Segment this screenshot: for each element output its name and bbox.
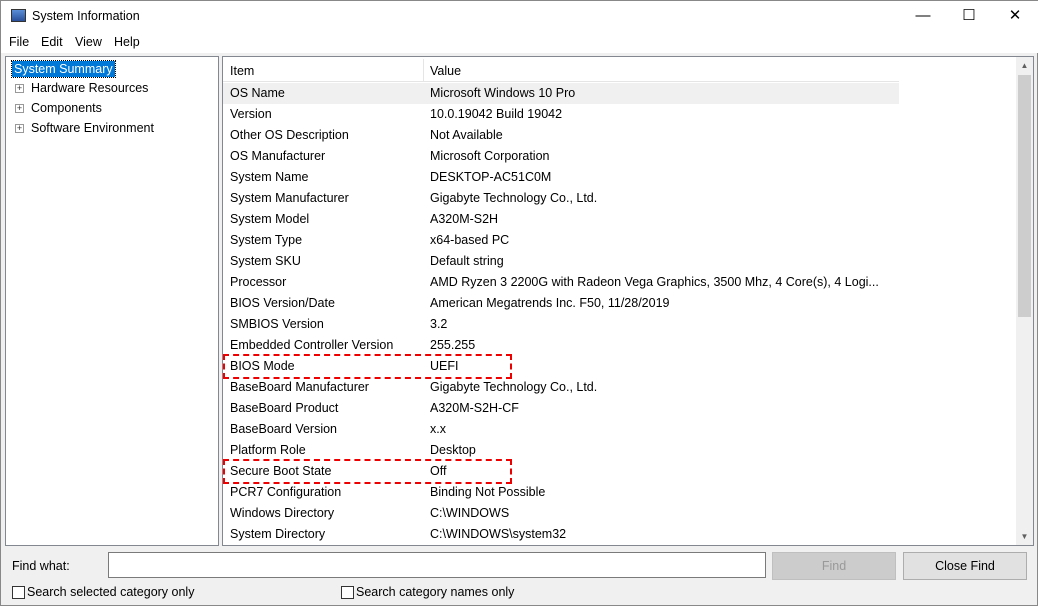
tree-item-hardware-resources[interactable]: Hardware Resources bbox=[31, 81, 148, 95]
item-cell: System SKU bbox=[230, 254, 301, 268]
find-label: Find what: bbox=[12, 559, 70, 573]
menu-bar: File Edit View Help bbox=[1, 31, 1038, 53]
item-cell: Embedded Controller Version bbox=[230, 338, 394, 352]
menu-view[interactable]: View bbox=[75, 35, 102, 49]
vertical-scrollbar[interactable]: ▲ ▼ bbox=[1016, 57, 1033, 545]
tree-item-system-summary[interactable]: System Summary bbox=[11, 60, 116, 78]
find-input[interactable] bbox=[108, 552, 766, 578]
value-cell: Default string bbox=[430, 254, 504, 268]
value-cell: Not Available bbox=[430, 128, 503, 142]
value-cell: Microsoft Corporation bbox=[430, 149, 550, 163]
table-header: Item Value bbox=[223, 59, 899, 82]
expand-icon[interactable]: + bbox=[15, 104, 24, 113]
item-cell: Version bbox=[230, 107, 272, 121]
table-row[interactable]: Processor AMD Ryzen 3 2200G with Radeon V… bbox=[223, 272, 899, 293]
value-cell: x.x bbox=[430, 422, 446, 436]
item-cell: BaseBoard Manufacturer bbox=[230, 380, 369, 394]
expand-icon[interactable]: + bbox=[15, 84, 24, 93]
table-row[interactable]: Version 10.0.19042 Build 19042 bbox=[223, 104, 899, 125]
value-cell: A320M-S2H bbox=[430, 212, 499, 226]
scroll-down-icon[interactable]: ▼ bbox=[1016, 528, 1033, 545]
table-row[interactable]: Platform Role Desktop bbox=[223, 440, 899, 461]
table-row[interactable]: OS Manufacturer Microsoft Corporation bbox=[223, 146, 899, 167]
close-find-button[interactable]: Close Find bbox=[903, 552, 1027, 580]
value-cell: Gigabyte Technology Co., Ltd. bbox=[430, 191, 598, 205]
value-cell: C:\WINDOWS bbox=[430, 506, 510, 520]
tree-item-components[interactable]: Components bbox=[31, 101, 102, 115]
value-cell: Desktop bbox=[430, 443, 476, 457]
close-button[interactable]: ✕ bbox=[992, 1, 1038, 31]
value-cell: x64-based PC bbox=[430, 233, 510, 247]
item-cell: PCR7 Configuration bbox=[230, 485, 342, 499]
menu-help[interactable]: Help bbox=[114, 35, 140, 49]
value-cell: Microsoft Windows 10 Pro bbox=[430, 86, 576, 100]
table-row[interactable]: PCR7 Configuration Binding Not Possible bbox=[223, 482, 899, 503]
table-row[interactable]: BaseBoard Product A320M-S2H-CF bbox=[223, 398, 899, 419]
app-icon bbox=[11, 9, 26, 22]
scrollbar-thumb[interactable] bbox=[1018, 75, 1031, 317]
item-cell: Platform Role bbox=[230, 443, 306, 457]
value-cell: 3.2 bbox=[430, 317, 448, 331]
item-cell: System Model bbox=[230, 212, 310, 226]
item-cell: System Name bbox=[230, 170, 309, 184]
menu-edit[interactable]: Edit bbox=[41, 35, 63, 49]
value-cell: C:\WINDOWS\system32 bbox=[430, 527, 567, 541]
item-cell: System Type bbox=[230, 233, 303, 247]
checkbox-label: Search selected category only bbox=[27, 585, 195, 599]
table-row[interactable]: BaseBoard Version x.x bbox=[223, 419, 899, 440]
highlight-secure-boot bbox=[223, 459, 512, 484]
item-cell: Other OS Description bbox=[230, 128, 349, 142]
table-row[interactable]: SMBIOS Version 3.2 bbox=[223, 314, 899, 335]
value-cell: DESKTOP-AC51C0M bbox=[430, 170, 552, 184]
search-names-checkbox[interactable]: Search category names only bbox=[341, 585, 514, 599]
table-row[interactable]: System Directory C:\WINDOWS\system32 bbox=[223, 524, 899, 545]
tree-item-software-environment[interactable]: Software Environment bbox=[31, 121, 154, 135]
table-row[interactable]: Embedded Controller Version 255.255 bbox=[223, 335, 899, 356]
expand-icon[interactable]: + bbox=[15, 124, 24, 133]
item-cell: OS Manufacturer bbox=[230, 149, 326, 163]
value-cell: American Megatrends Inc. F50, 11/28/2019 bbox=[430, 296, 670, 310]
value-cell: 255.255 bbox=[430, 338, 476, 352]
item-cell: Windows Directory bbox=[230, 506, 335, 520]
table-row[interactable]: System Manufacturer Gigabyte Technology C… bbox=[223, 188, 899, 209]
value-cell: 10.0.19042 Build 19042 bbox=[430, 107, 563, 121]
search-selected-checkbox[interactable]: Search selected category only bbox=[12, 585, 194, 599]
checkbox-label: Search category names only bbox=[356, 585, 515, 599]
value-cell: A320M-S2H-CF bbox=[430, 401, 519, 415]
item-cell: BaseBoard Product bbox=[230, 401, 339, 415]
item-cell: BaseBoard Version bbox=[230, 422, 338, 436]
maximize-button[interactable]: ☐ bbox=[946, 1, 992, 31]
table-row[interactable]: System Type x64-based PC bbox=[223, 230, 899, 251]
column-header-item[interactable]: Item bbox=[230, 64, 254, 78]
item-cell: BIOS Version/Date bbox=[230, 296, 335, 310]
item-cell: System Manufacturer bbox=[230, 191, 349, 205]
table-row[interactable]: OS Name Microsoft Windows 10 Pro bbox=[223, 83, 899, 104]
highlight-bios-mode bbox=[223, 354, 512, 379]
window-title: System Information bbox=[32, 9, 140, 23]
find-button[interactable]: Find bbox=[772, 552, 896, 580]
table-row[interactable]: Other OS Description Not Available bbox=[223, 125, 899, 146]
table-row[interactable]: System SKU Default string bbox=[223, 251, 899, 272]
item-cell: Processor bbox=[230, 275, 287, 289]
value-cell: AMD Ryzen 3 2200G with Radeon Vega Graph… bbox=[430, 275, 879, 289]
menu-file[interactable]: File bbox=[9, 35, 29, 49]
item-cell: System Directory bbox=[230, 527, 326, 541]
title-bar: System Information — ☐ ✕ bbox=[1, 1, 1038, 31]
category-tree: System Summary + Hardware Resources + Co… bbox=[5, 56, 219, 546]
table-row[interactable]: Windows Directory C:\WINDOWS bbox=[223, 503, 899, 524]
column-header-value[interactable]: Value bbox=[430, 64, 461, 78]
value-cell: Gigabyte Technology Co., Ltd. bbox=[430, 380, 598, 394]
item-cell: SMBIOS Version bbox=[230, 317, 324, 331]
table-row[interactable]: BaseBoard Manufacturer Gigabyte Technolog… bbox=[223, 377, 899, 398]
table-row[interactable]: System Model A320M-S2H bbox=[223, 209, 899, 230]
item-cell: OS Name bbox=[230, 86, 285, 100]
scroll-up-icon[interactable]: ▲ bbox=[1016, 57, 1033, 74]
minimize-button[interactable]: — bbox=[900, 1, 946, 31]
value-cell: Binding Not Possible bbox=[430, 485, 546, 499]
table-row[interactable]: System Name DESKTOP-AC51C0M bbox=[223, 167, 899, 188]
table-row[interactable]: BIOS Version/Date American Megatrends Inc… bbox=[223, 293, 899, 314]
